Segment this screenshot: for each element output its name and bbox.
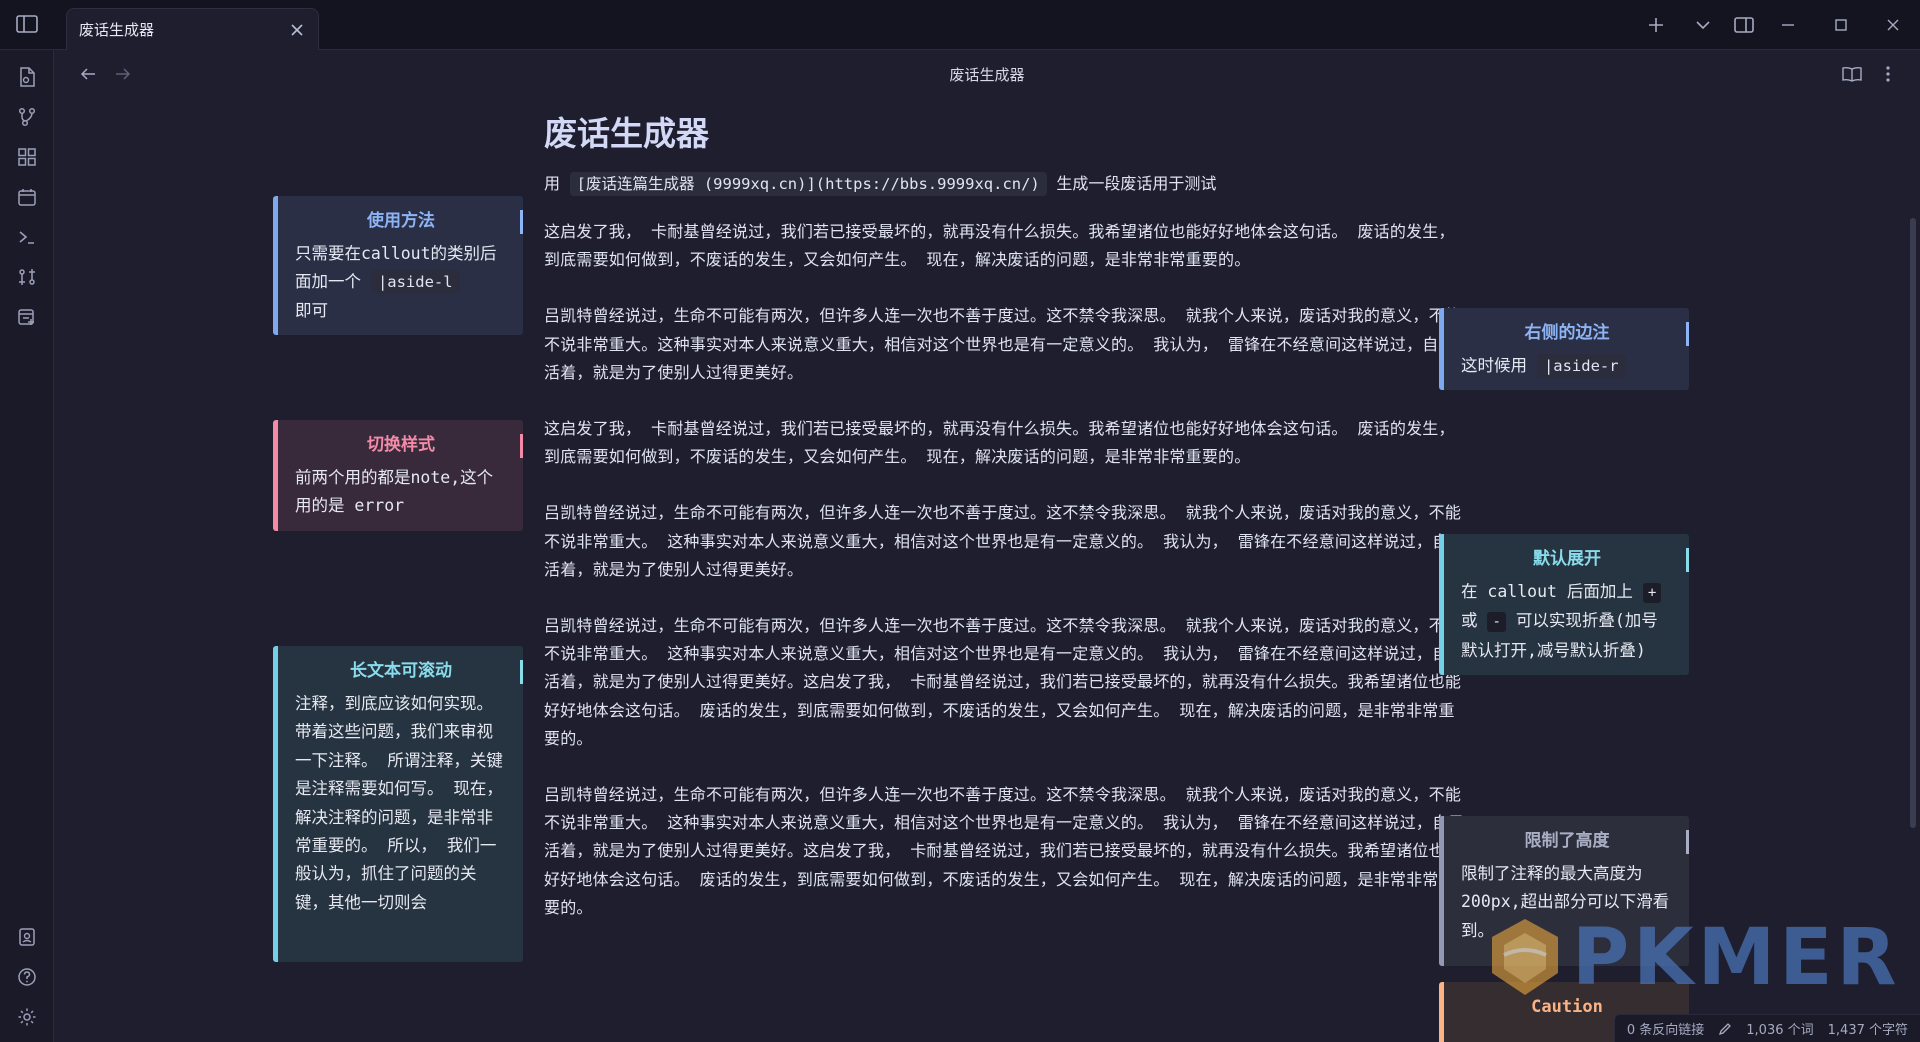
maximize-icon[interactable] <box>1828 12 1854 38</box>
paragraph: 这启发了我， 卡耐基曾经说过，我们若已接受最坏的，就再没有什么损失。我希望诸位也… <box>544 419 1455 467</box>
callout-fold-bar <box>520 210 523 234</box>
paragraph: 吕凯特曾经说过，生命不可能有两次，但许多人连一次也不善于度过。这不禁令我深思。 … <box>544 785 1465 917</box>
inline-code: |aside-r <box>1536 354 1626 378</box>
intro-link-code[interactable]: [废话连篇生成器 (9999xq.cn)](https://bbs.9999xq… <box>569 172 1047 196</box>
view-header: 废话生成器 <box>54 50 1920 98</box>
callout-fold-bar <box>520 660 523 684</box>
callout-text: 在 callout 后面加上 <box>1461 582 1633 601</box>
help-icon[interactable] <box>14 964 40 990</box>
callout-title: 使用方法 <box>367 211 435 231</box>
editor-content[interactable]: 废话生成器 用 [废话连篇生成器 (9999xq.cn)](https://bb… <box>54 98 1920 1042</box>
callout-text: 这时候用 <box>1461 356 1527 375</box>
intro-paragraph: 用 [废话连篇生成器 (9999xq.cn)](https://bbs.9999… <box>544 170 1468 198</box>
pkmer-watermark: PKMER <box>1484 908 1904 1008</box>
intro-suffix: 生成一段废话用于测试 <box>1056 174 1217 193</box>
callout-right-aside[interactable]: 右侧的边注 这时候用 |aside-r <box>1439 308 1689 391</box>
callout-body: 注释，到底应该如何实现。 带着这些问题，我们来审视一下注释。 所谓注释，关键是注… <box>295 694 503 912</box>
tab-active[interactable]: 废话生成器 <box>66 8 319 50</box>
callout-title: 长文本可滚动 <box>350 661 452 681</box>
intro-prefix: 用 <box>544 174 561 193</box>
paragraph: 吕凯特曾经说过，生命不可能有两次，但许多人连一次也不善于度过。这不禁令我深思。 … <box>544 503 1465 579</box>
title-bar: 废话生成器 <box>0 0 1920 50</box>
word-count: 1,036 个词 <box>1746 1023 1814 1038</box>
paragraph: 这启发了我， 卡耐基曾经说过，我们若已接受最坏的，就再没有什么损失。我希望诸位也… <box>544 222 1455 270</box>
callout-body: 前两个用的都是note,这个用的是 error <box>295 468 494 516</box>
left-ribbon <box>0 50 54 1042</box>
paragraph: 吕凯特曾经说过，生命不可能有两次，但许多人连一次也不善于度过。这不禁令我深思。 … <box>544 616 1465 748</box>
plus-code: + <box>1642 583 1662 603</box>
close-icon[interactable] <box>288 21 306 39</box>
pkmer-logo-icon <box>1492 919 1558 995</box>
paragraph: 吕凯特曾经说过，生命不可能有两次，但许多人连一次也不善于度过。这不禁令我深思。 … <box>544 306 1462 382</box>
plus-icon[interactable] <box>1643 12 1669 38</box>
status-bar: 0 条反向链接 1,036 个词 1,437 个字符 <box>1613 1014 1920 1042</box>
callout-body: 这时候用 |aside-r <box>1461 352 1673 380</box>
graph-icon[interactable] <box>14 104 40 130</box>
minimize-icon[interactable] <box>1775 12 1801 38</box>
document-title: 废话生成器 <box>544 114 709 153</box>
tab-title: 废话生成器 <box>79 21 155 39</box>
callout-long-scroll[interactable]: 长文本可滚动 注释，到底应该如何实现。 带着这些问题，我们来审视一下注释。 所谓… <box>273 646 523 962</box>
view-title: 废话生成器 <box>949 66 1025 84</box>
callout-body: 只需要在callout的类别后面加一个 |aside-l 即可 <box>295 240 507 325</box>
sidebar-toggle-icon[interactable] <box>14 13 40 35</box>
char-count: 1,437 个字符 <box>1827 1023 1908 1038</box>
new-tab-icon[interactable] <box>14 304 40 330</box>
callout-text: 即可 <box>295 300 328 320</box>
callout-title: 切换样式 <box>367 435 435 455</box>
book-open-icon[interactable] <box>1840 62 1864 86</box>
blocks-icon[interactable] <box>14 144 40 170</box>
watermark-text: PKMER <box>1572 913 1901 1003</box>
callout-fold-bar <box>1686 830 1689 854</box>
callout-title: 默认展开 <box>1533 549 1601 569</box>
inline-code: |aside-l <box>370 270 460 295</box>
terminal-icon[interactable] <box>14 224 40 250</box>
diff-icon[interactable] <box>14 264 40 290</box>
callout-title: 右侧的边注 <box>1524 323 1610 343</box>
callout-default-open[interactable]: 默认展开 在 callout 后面加上 + 或 - 可以实现折叠(加号默认打开,… <box>1439 534 1689 676</box>
more-vertical-icon[interactable] <box>1876 62 1900 86</box>
minus-code: - <box>1487 612 1506 633</box>
split-layout-icon[interactable] <box>1731 12 1757 38</box>
callout-body: 在 callout 后面加上 + 或 - 可以实现折叠(加号默认打开,减号默认折… <box>1461 578 1673 665</box>
files-icon[interactable] <box>14 64 40 90</box>
callout-text: 或 <box>1461 611 1478 631</box>
callout-usage[interactable]: 使用方法 只需要在callout的类别后面加一个 |aside-l 即可 <box>273 196 523 336</box>
callout-fold-bar <box>1686 322 1689 346</box>
pencil-icon[interactable] <box>1718 1022 1732 1036</box>
callout-fold-bar <box>1686 548 1689 572</box>
vault-icon[interactable] <box>14 924 40 950</box>
callout-title: 限制了高度 <box>1524 831 1610 851</box>
document: 废话生成器 用 [废话连篇生成器 (9999xq.cn)](https://bb… <box>544 112 1468 950</box>
callout-switch[interactable]: 切换样式 前两个用的都是note,这个用的是 error <box>273 420 523 531</box>
settings-icon[interactable] <box>14 1004 40 1030</box>
calendar-icon[interactable] <box>14 184 40 210</box>
close-window-icon[interactable] <box>1880 12 1906 38</box>
scrollbar[interactable] <box>1910 218 1916 828</box>
chevron-down-icon[interactable] <box>1690 12 1716 38</box>
callout-fold-bar <box>520 434 523 458</box>
backlinks-count[interactable]: 0 条反向链接 <box>1627 1019 1704 1038</box>
